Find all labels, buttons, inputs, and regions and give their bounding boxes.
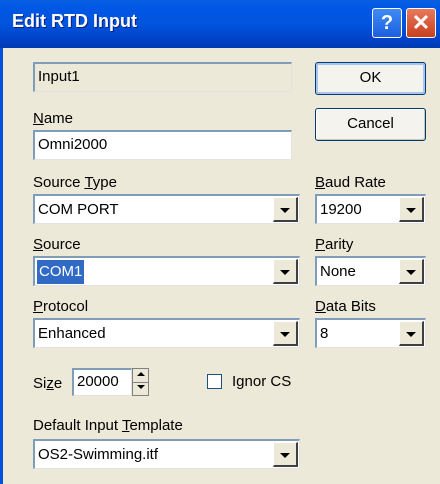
template-select[interactable]: OS2-Swimming.itf: [33, 439, 300, 469]
size-spinner[interactable]: [132, 368, 149, 396]
chevron-down-icon[interactable]: [273, 442, 298, 467]
chevron-down-icon[interactable]: [273, 321, 298, 346]
name-input[interactable]: Omni2000: [33, 130, 292, 160]
parity-label: Parity: [315, 236, 354, 253]
ignore-cs-checkbox[interactable]: [207, 374, 222, 389]
baud-rate-select[interactable]: 19200: [315, 194, 426, 224]
help-button[interactable]: ?: [372, 8, 402, 38]
source-type-label: Source Type: [33, 174, 117, 191]
ignore-cs-label: Ignor CS: [232, 373, 292, 390]
chevron-down-icon[interactable]: [399, 259, 424, 284]
chevron-down-icon[interactable]: [273, 197, 298, 222]
chevron-down-icon[interactable]: [399, 197, 424, 222]
source-label: Source: [33, 236, 81, 253]
data-bits-label: Data Bits: [315, 298, 376, 315]
help-icon: ?: [380, 12, 394, 34]
close-button[interactable]: ✕: [406, 8, 436, 38]
name-label: Name: [33, 110, 74, 127]
chevron-down-icon[interactable]: [273, 259, 298, 284]
data-bits-select[interactable]: 8: [315, 318, 426, 348]
protocol-select[interactable]: Enhanced: [33, 318, 300, 348]
source-select[interactable]: COM1: [33, 256, 300, 286]
ok-button[interactable]: OK: [315, 62, 426, 95]
size-label: Size: [33, 375, 63, 392]
source-type-select[interactable]: COM PORT: [33, 194, 300, 224]
chevron-down-icon[interactable]: [399, 321, 424, 346]
protocol-label: Protocol: [33, 298, 89, 315]
size-input[interactable]: 20000: [72, 368, 132, 396]
spin-down-icon[interactable]: [133, 382, 148, 395]
input-id-field: Input1: [33, 62, 292, 92]
cancel-button[interactable]: Cancel: [315, 108, 426, 141]
baud-rate-label: Baud Rate: [315, 174, 386, 191]
close-icon: ✕: [411, 10, 431, 35]
template-label: Default Input Template: [33, 417, 183, 434]
spin-up-icon[interactable]: [133, 369, 148, 383]
parity-select[interactable]: None: [315, 256, 426, 286]
window-title: Edit RTD Input: [12, 11, 137, 31]
